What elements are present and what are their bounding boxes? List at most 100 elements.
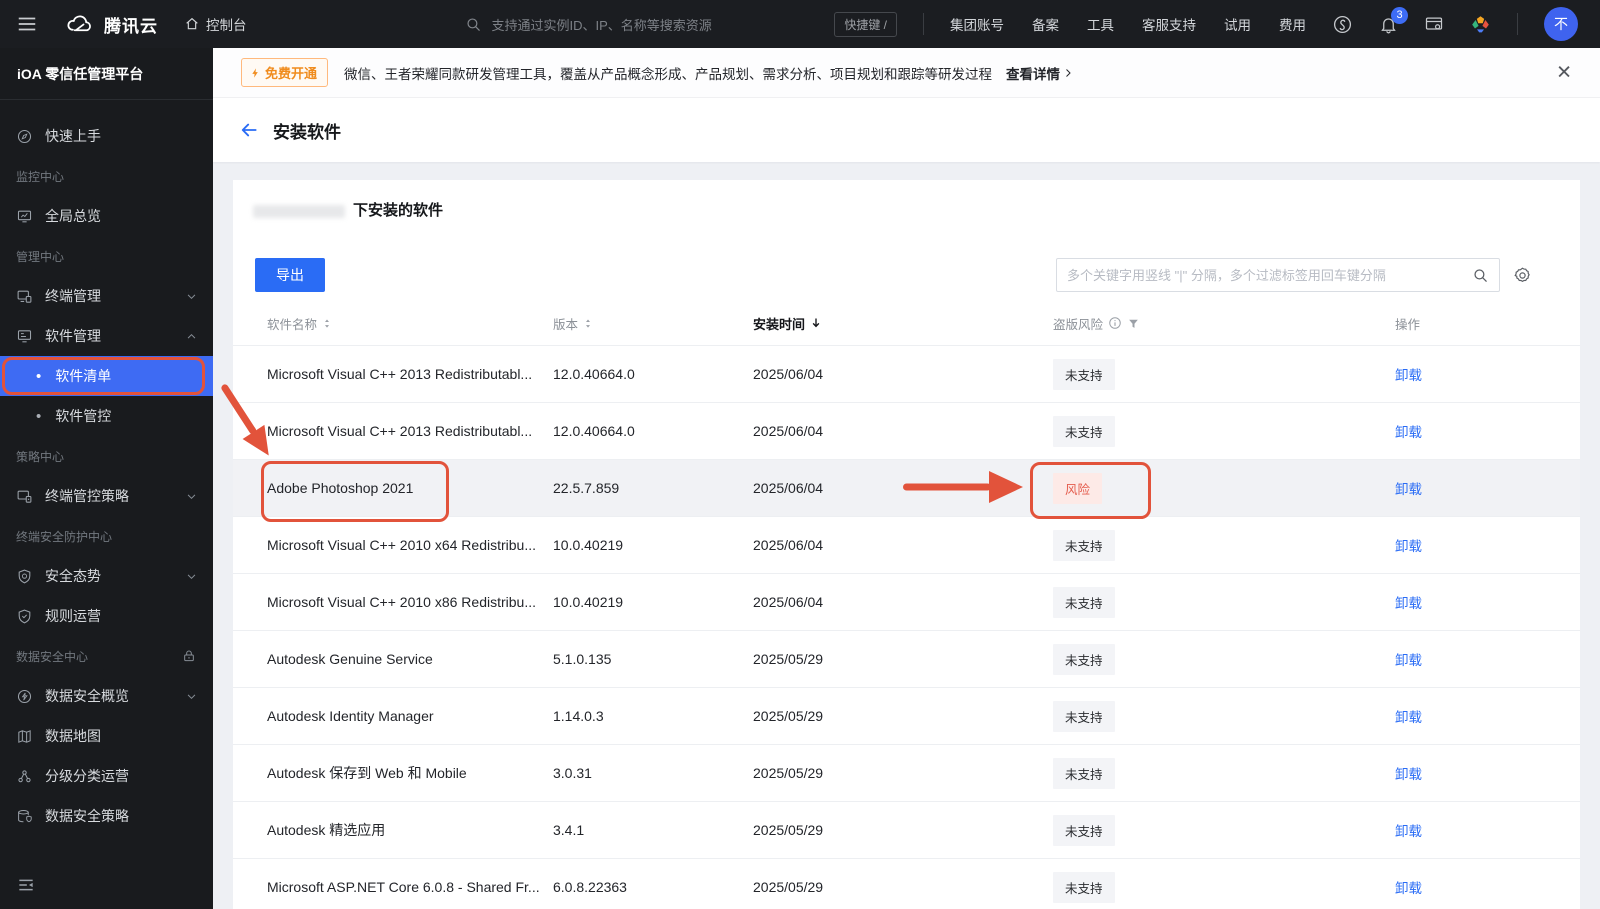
community-icon[interactable] [1470, 14, 1491, 35]
global-search[interactable]: 支持通过实例ID、IP、名称等搜索资源 [465, 15, 712, 34]
topnav-item-3[interactable]: 客服支持 [1142, 14, 1196, 34]
table-search-input[interactable] [1057, 267, 1472, 283]
uninstall-link[interactable]: 卸载 [1395, 824, 1422, 839]
operation-cell: 卸载 [1395, 706, 1580, 726]
chevron-down-icon [186, 691, 197, 702]
software-list-card: 下安装的软件 导出 软件名称 版本 [233, 180, 1580, 909]
gear-icon[interactable] [1513, 266, 1532, 285]
search-icon[interactable] [1472, 267, 1489, 284]
version-cell: 12.0.40664.0 [553, 366, 635, 382]
tencent-cloud-logo[interactable]: 腾讯云 [64, 12, 158, 37]
sidebar-subitem[interactable]: • 软件清单 [0, 356, 213, 396]
navbar-divider [1517, 13, 1518, 35]
chevron-up-icon [186, 331, 197, 342]
topnav-item-2[interactable]: 工具 [1087, 14, 1114, 34]
sidebar-item[interactable]: 终端管控策略 [0, 476, 213, 516]
sidebar-title: iOA 零信任管理平台 [0, 48, 213, 100]
back-arrow-icon[interactable] [239, 120, 259, 140]
sidebar-item[interactable]: 终端管理 [0, 276, 213, 316]
version-cell: 6.0.8.22363 [553, 879, 627, 895]
sort-icon[interactable] [322, 317, 332, 330]
sidebar-item[interactable]: 安全态势 [0, 556, 213, 596]
collapse-sidebar-icon[interactable] [16, 875, 36, 895]
operation-cell: 卸载 [1395, 649, 1580, 669]
uninstall-link[interactable]: 卸载 [1395, 710, 1422, 725]
risk-badge: 未支持 [1053, 415, 1115, 447]
console-link[interactable]: 控制台 [184, 14, 247, 34]
free-activate-badge[interactable]: 免费开通 [241, 58, 329, 87]
support-icon[interactable] [1332, 14, 1353, 35]
table-row: Microsoft Visual C++ 2010 x86 Redistribu… [233, 573, 1580, 630]
table-row: Microsoft ASP.NET Core 6.0.8 - Shared Fr… [233, 858, 1580, 909]
operation-cell: 卸载 [1395, 877, 1580, 897]
shortcut-key-badge[interactable]: 快捷键 / [834, 11, 897, 37]
table-row: Autodesk 保存到 Web 和 Mobile 3.0.31 2025/05/2… [233, 744, 1580, 801]
shield-icon [16, 568, 33, 585]
promo-banner: 免费开通 微信、王者荣耀同款研发管理工具，覆盖从产品概念形成、产品规划、需求分析… [213, 48, 1600, 98]
sidebar-item[interactable]: 数据地图 [0, 716, 213, 756]
risk-cell: 未支持 [1053, 586, 1395, 618]
software-name-cell: Microsoft ASP.NET Core 6.0.8 - Shared Fr… [267, 879, 540, 895]
banner-text: 微信、王者荣耀同款研发管理工具，覆盖从产品概念形成、产品规划、需求分析、项目规划… [344, 66, 993, 82]
table-row: Microsoft Visual C++ 2013 Redistributabl… [233, 402, 1580, 459]
sidebar-item[interactable]: 软件管理 [0, 316, 213, 356]
topnav-item-4[interactable]: 试用 [1224, 14, 1251, 34]
info-icon[interactable] [1108, 316, 1122, 330]
uninstall-link[interactable]: 卸载 [1395, 881, 1422, 896]
uninstall-link[interactable]: 卸载 [1395, 596, 1422, 611]
chevron-down-icon [186, 291, 197, 302]
software-name-cell: Autodesk 保存到 Web 和 Mobile [267, 765, 467, 781]
notification-count-badge: 3 [1391, 6, 1408, 24]
avatar[interactable]: 不 [1544, 7, 1578, 41]
risk-badge: 未支持 [1053, 814, 1115, 846]
sidebar-item[interactable]: 快速上手 [0, 116, 213, 156]
sidebar-subitem[interactable]: • 软件管控 [0, 396, 213, 436]
table-row: Autodesk 精选应用 3.4.1 2025/05/29 未支持 卸载 [233, 801, 1580, 858]
close-icon[interactable]: ✕ [1556, 63, 1572, 82]
sidebar-item[interactable]: 数据安全概览 [0, 676, 213, 716]
filter-icon[interactable] [1127, 317, 1140, 330]
version-cell: 22.5.7.859 [553, 480, 620, 496]
sidebar: iOA 零信任管理平台 快速上手 监控中心 全局总览 管理中心 终端管理 软件管理 • 软件清… [0, 48, 213, 909]
data-policy-icon [16, 808, 33, 825]
console-settings-icon[interactable] [1424, 14, 1444, 34]
table-row: Adobe Photoshop 2021 22.5.7.859 2025/06/04… [233, 459, 1580, 516]
sidebar-item[interactable]: 规则运营 [0, 596, 213, 636]
uninstall-link[interactable]: 卸载 [1395, 482, 1422, 497]
install-date-cell: 2025/05/29 [753, 651, 824, 667]
operation-cell: 卸载 [1395, 421, 1580, 441]
operation-cell: 卸载 [1395, 592, 1580, 612]
operation-cell: 卸载 [1395, 820, 1580, 840]
topnav-item-1[interactable]: 备案 [1032, 14, 1059, 34]
uninstall-link[interactable]: 卸载 [1395, 653, 1422, 668]
uninstall-link[interactable]: 卸载 [1395, 767, 1422, 782]
sort-desc-icon[interactable] [810, 316, 822, 330]
uninstall-link[interactable]: 卸载 [1395, 539, 1422, 554]
bell-icon[interactable]: 3 [1379, 6, 1408, 34]
risk-cell: 未支持 [1053, 358, 1395, 390]
table-toolbar: 导出 [233, 258, 1580, 292]
risk-cell: 未支持 [1053, 529, 1395, 561]
export-button[interactable]: 导出 [255, 258, 325, 292]
uninstall-link[interactable]: 卸载 [1395, 368, 1422, 383]
sort-icon[interactable] [583, 317, 593, 330]
install-date-cell: 2025/05/29 [753, 822, 824, 838]
sidebar-section-label: 监控中心 [16, 169, 65, 184]
topnav-menu: 集团账号 备案 工具 客服支持 试用 费用 [950, 14, 1306, 34]
version-cell: 3.0.31 [553, 765, 592, 781]
banner-detail-link[interactable]: 查看详情 [1006, 63, 1074, 83]
sidebar-item[interactable]: 全局总览 [0, 196, 213, 236]
lightning-icon [250, 66, 261, 80]
hamburger-icon[interactable] [16, 13, 38, 35]
table-row: Autodesk Genuine Service 5.1.0.135 2025/05… [233, 630, 1580, 687]
risk-cell: 未支持 [1053, 757, 1395, 789]
topnav-item-0[interactable]: 集团账号 [950, 14, 1004, 34]
classify-icon [16, 768, 33, 785]
card-title: 下安装的软件 [233, 180, 1580, 220]
column-header-software-name: 软件名称 [267, 314, 553, 333]
risk-badge: 风险 [1053, 472, 1103, 504]
sidebar-item[interactable]: 分级分类运营 [0, 756, 213, 796]
topnav-item-5[interactable]: 费用 [1279, 14, 1306, 34]
sidebar-item[interactable]: 数据安全策略 [0, 796, 213, 836]
uninstall-link[interactable]: 卸载 [1395, 425, 1422, 440]
